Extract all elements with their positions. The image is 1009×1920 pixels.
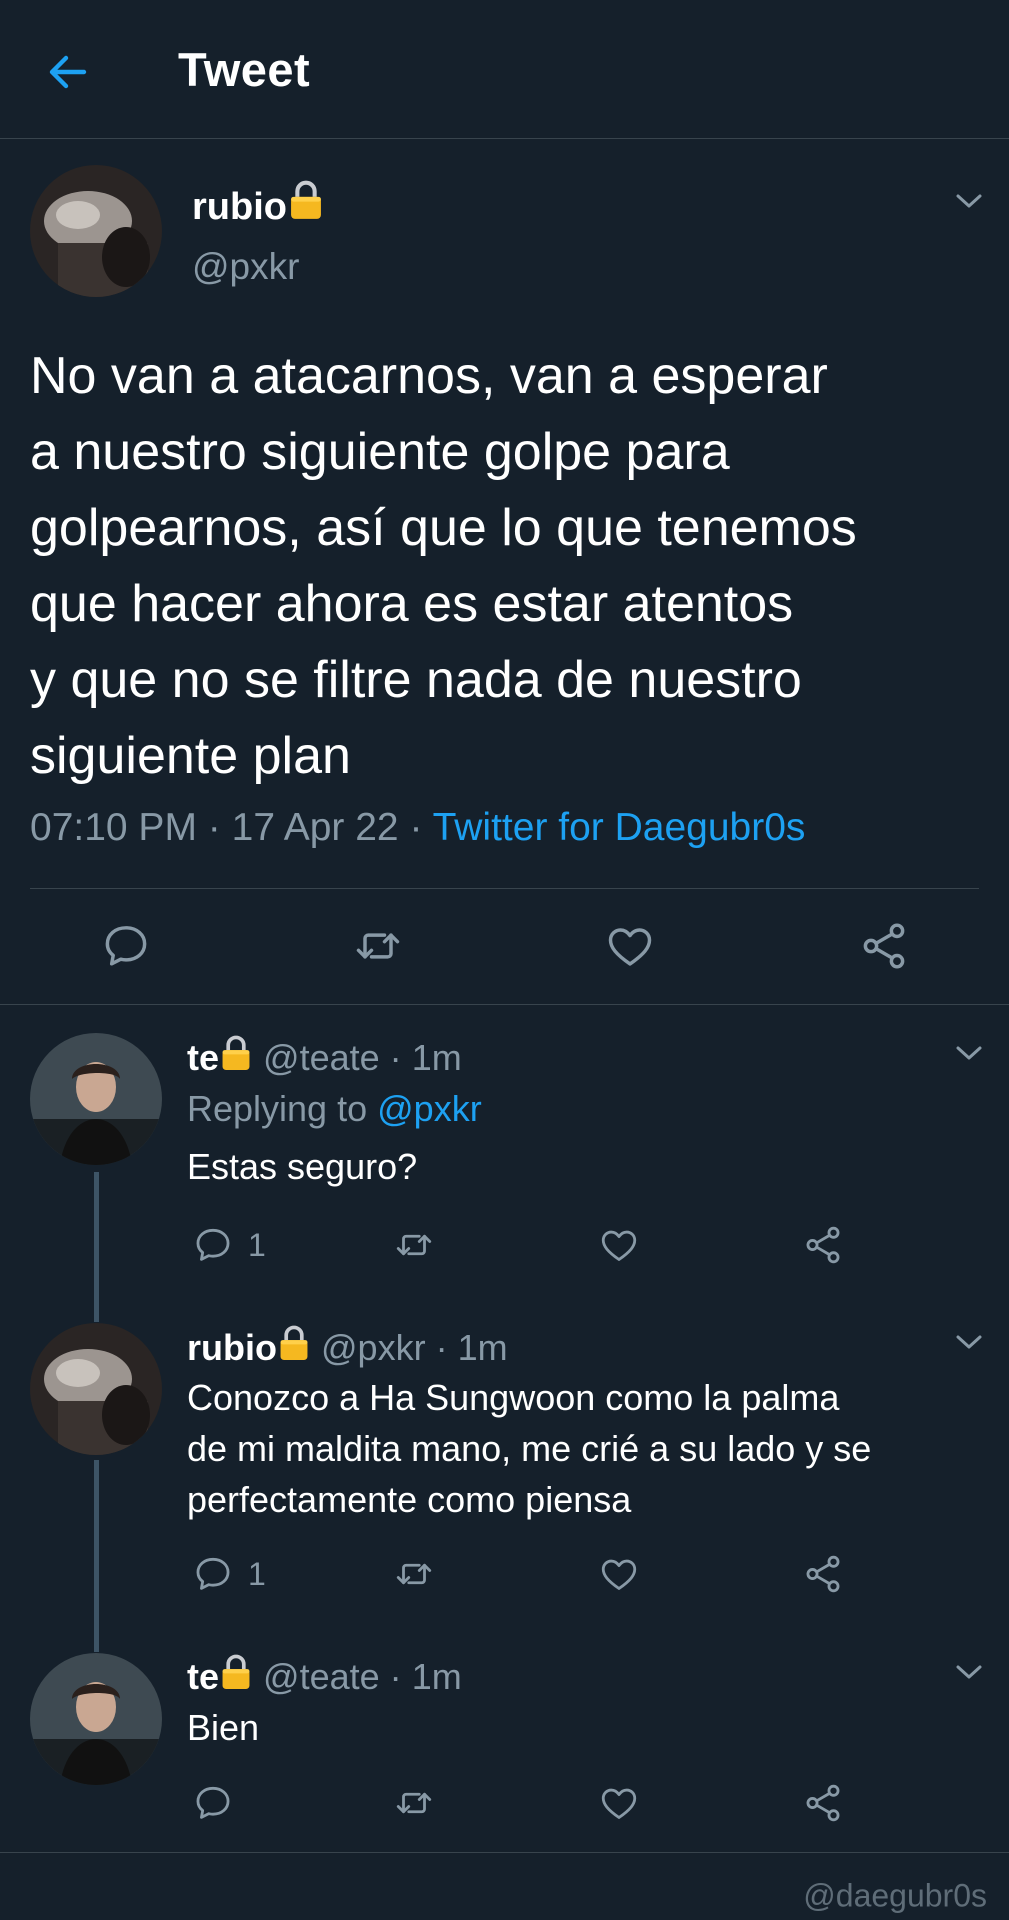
divider (0, 1004, 1009, 1005)
reply-text: Bien (187, 1707, 260, 1748)
chevron-down-icon[interactable] (954, 191, 984, 211)
lock-icon (219, 1033, 253, 1073)
tweet-meta: 07:10 PM · 17 Apr 22 · Twitter for Daegu… (30, 806, 806, 849)
avatar[interactable] (30, 1653, 162, 1785)
chevron-down-icon[interactable] (954, 1662, 984, 1682)
retweet-icon[interactable] (392, 1224, 436, 1266)
thread-line (94, 1460, 99, 1652)
reply-handle[interactable]: @teate (263, 1037, 380, 1078)
reply-icon[interactable] (100, 920, 152, 972)
lock-icon (277, 1323, 311, 1363)
share-icon[interactable] (802, 1224, 844, 1266)
lock-icon (219, 1652, 253, 1692)
reply-age: 1m (411, 1656, 462, 1697)
reply-icon (192, 1224, 234, 1266)
like-icon[interactable] (598, 1224, 640, 1266)
chevron-down-icon[interactable] (954, 1332, 984, 1352)
tweet-date: 17 Apr 22 (231, 806, 399, 849)
avatar[interactable] (30, 165, 162, 297)
replying-to: Replying to @pxkr (187, 1088, 482, 1129)
author-handle[interactable]: @pxkr (192, 246, 299, 288)
reply-age: 1m (411, 1037, 462, 1078)
like-icon[interactable] (604, 920, 656, 972)
reply-author-name[interactable]: rubio (187, 1327, 277, 1368)
reply-handle[interactable]: @teate (263, 1656, 380, 1697)
reply-count: 1 (248, 1555, 266, 1592)
reply-button[interactable]: 1 (192, 1553, 266, 1595)
reply-icon (192, 1553, 234, 1595)
reply-age: 1m (457, 1327, 508, 1368)
back-arrow-icon[interactable] (44, 48, 92, 96)
tweet-time: 07:10 PM (30, 806, 197, 849)
reply-header: te @teate · 1m (187, 1033, 462, 1079)
replying-to-link[interactable]: @pxkr (377, 1088, 482, 1129)
reply-icon (192, 1782, 234, 1824)
avatar[interactable] (30, 1323, 162, 1455)
share-icon[interactable] (802, 1553, 844, 1595)
watermark: @daegubr0s (803, 1877, 987, 1914)
reply-button[interactable]: 1 (192, 1224, 266, 1266)
divider (0, 1852, 1009, 1853)
reply-header: rubio @pxkr · 1m (187, 1323, 508, 1369)
reply-text: Estas seguro? (187, 1146, 418, 1187)
share-icon[interactable] (802, 1782, 844, 1824)
lock-icon (287, 178, 325, 222)
top-bar (0, 0, 1009, 139)
reply-header: te @teate · 1m (187, 1652, 462, 1698)
divider (30, 888, 979, 889)
tweet-source-link[interactable]: Twitter for Daegubr0s (433, 806, 806, 849)
like-icon[interactable] (598, 1782, 640, 1824)
page-title: Tweet (178, 43, 311, 96)
chevron-down-icon[interactable] (954, 1043, 984, 1063)
retweet-icon[interactable] (350, 920, 406, 972)
thread-line (94, 1172, 99, 1322)
author-name[interactable]: rubio (192, 178, 325, 229)
reply-button[interactable] (192, 1782, 248, 1824)
retweet-icon[interactable] (392, 1553, 436, 1595)
share-icon[interactable] (858, 920, 910, 972)
reply-count: 1 (248, 1226, 266, 1263)
reply-author-name[interactable]: te (187, 1037, 219, 1078)
reply-author-name[interactable]: te (187, 1656, 219, 1697)
like-icon[interactable] (598, 1553, 640, 1595)
tweet-text: No van a atacarnos, van a esperar a nues… (30, 347, 857, 785)
reply-handle[interactable]: @pxkr (321, 1327, 426, 1368)
retweet-icon[interactable] (392, 1782, 436, 1824)
avatar[interactable] (30, 1033, 162, 1165)
reply-text: Conozco a Ha Sungwoon como la palma de m… (187, 1377, 872, 1520)
